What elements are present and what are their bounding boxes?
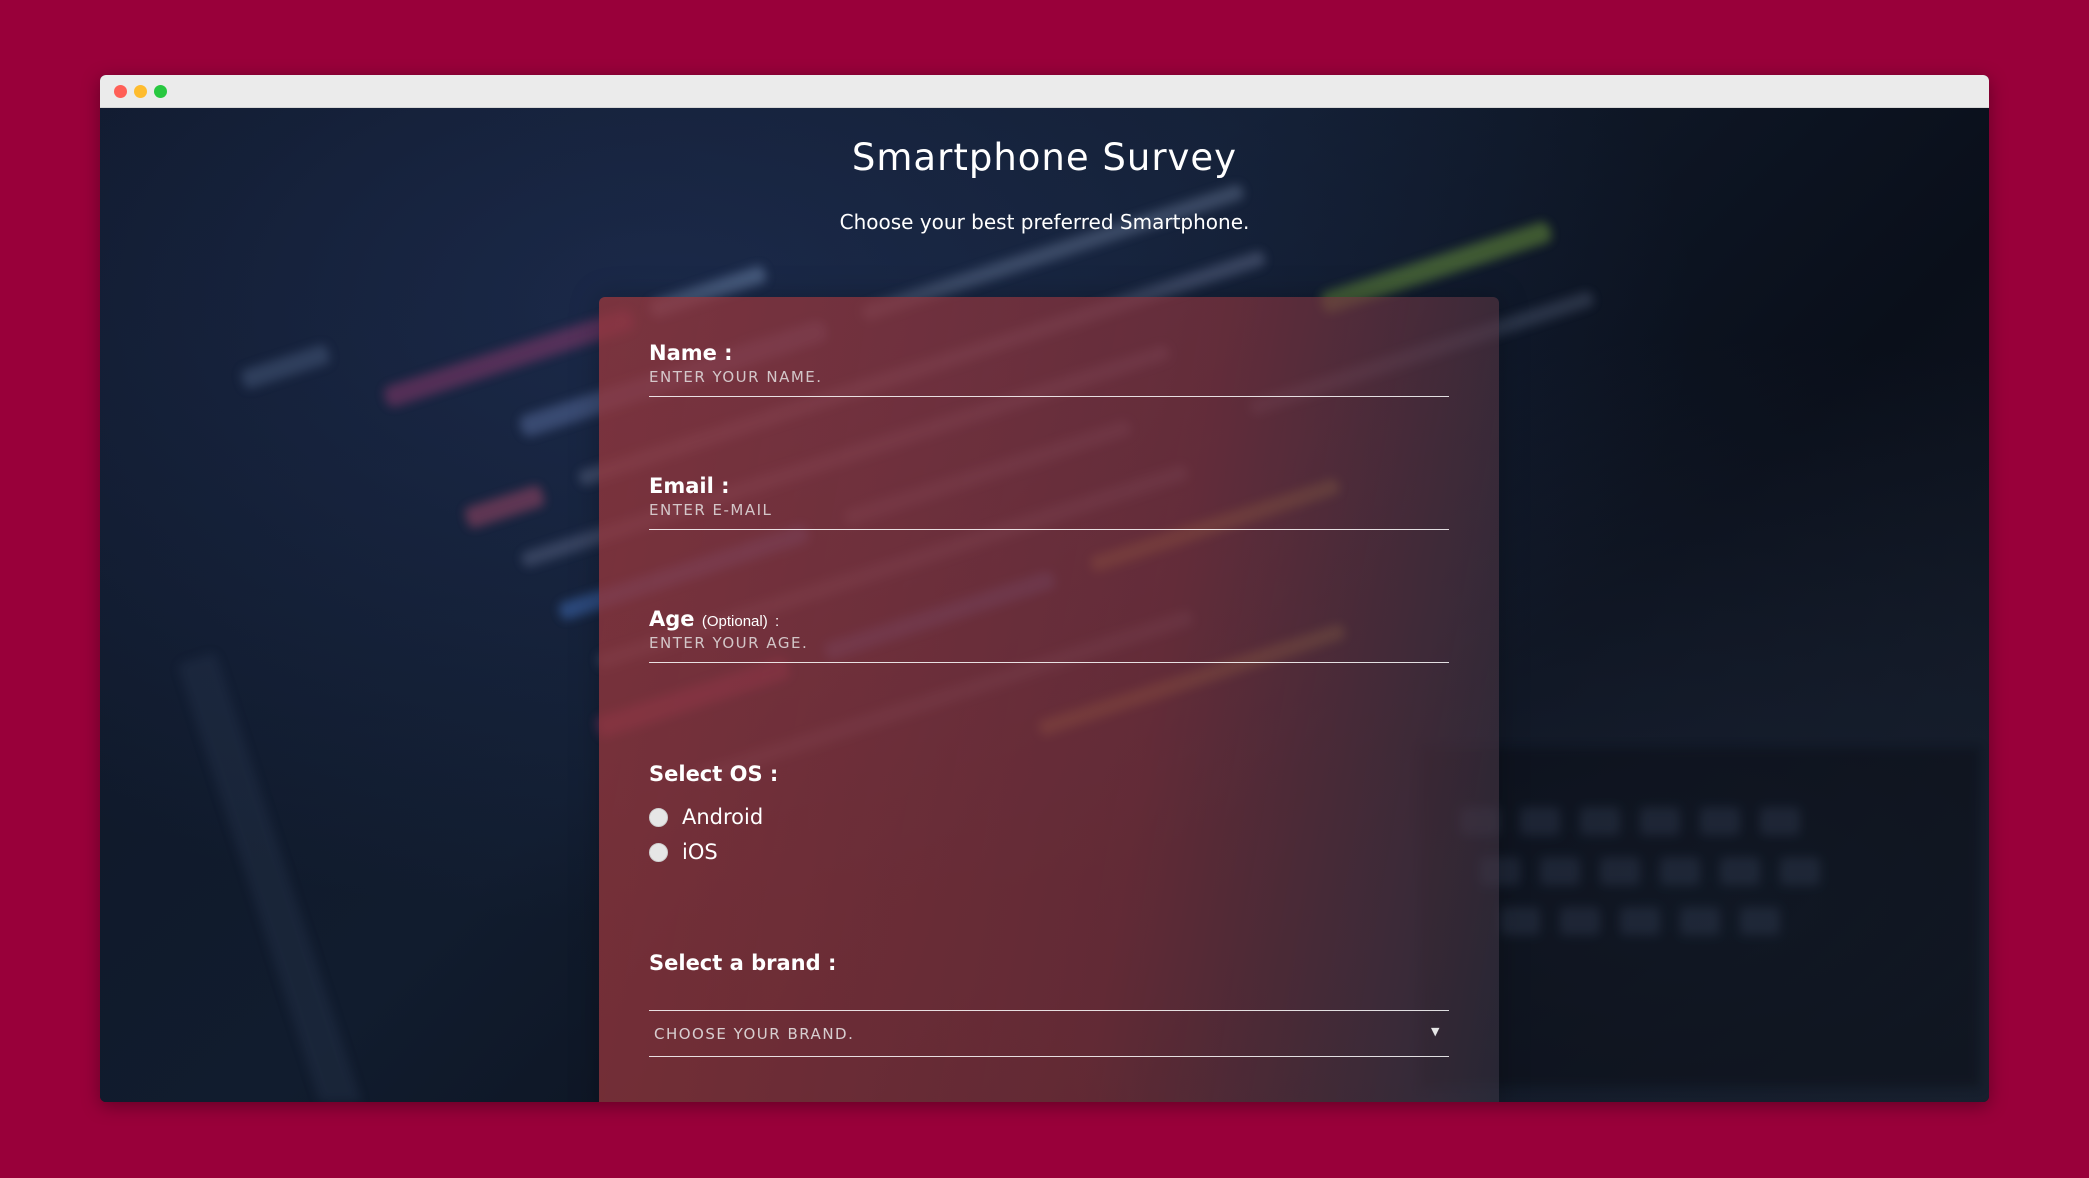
os-option-ios[interactable]: iOS	[649, 840, 718, 864]
page-viewport: Smartphone Survey Choose your best prefe…	[100, 108, 1989, 1102]
brand-select[interactable]: CHOOSE YOUR BRAND. ▼	[649, 1010, 1449, 1057]
android-radio[interactable]	[649, 807, 668, 827]
chevron-down-icon: ▼	[1431, 1025, 1441, 1038]
close-window-button[interactable]	[114, 85, 127, 98]
ios-label: iOS	[682, 840, 718, 864]
page-subtitle: Choose your best preferred Smartphone.	[839, 210, 1250, 234]
minimize-window-button[interactable]	[134, 85, 147, 98]
window-titlebar	[100, 75, 1989, 108]
brand-label: Select a brand :	[649, 951, 837, 975]
maximize-window-button[interactable]	[154, 85, 167, 98]
name-input[interactable]	[649, 357, 1449, 397]
brand-select-value: CHOOSE YOUR BRAND.	[654, 1024, 855, 1043]
survey-form: Name : Email : Age (Optional) : Select O…	[599, 297, 1499, 1102]
email-input[interactable]	[649, 490, 1449, 530]
android-label: Android	[682, 805, 764, 829]
os-option-android[interactable]: Android	[649, 805, 763, 829]
page-title: Smartphone Survey	[851, 136, 1238, 179]
ios-radio[interactable]	[649, 842, 668, 862]
browser-window: Smartphone Survey Choose your best prefe…	[100, 75, 1989, 1102]
age-input[interactable]	[649, 623, 1449, 663]
os-label: Select OS :	[649, 762, 779, 786]
